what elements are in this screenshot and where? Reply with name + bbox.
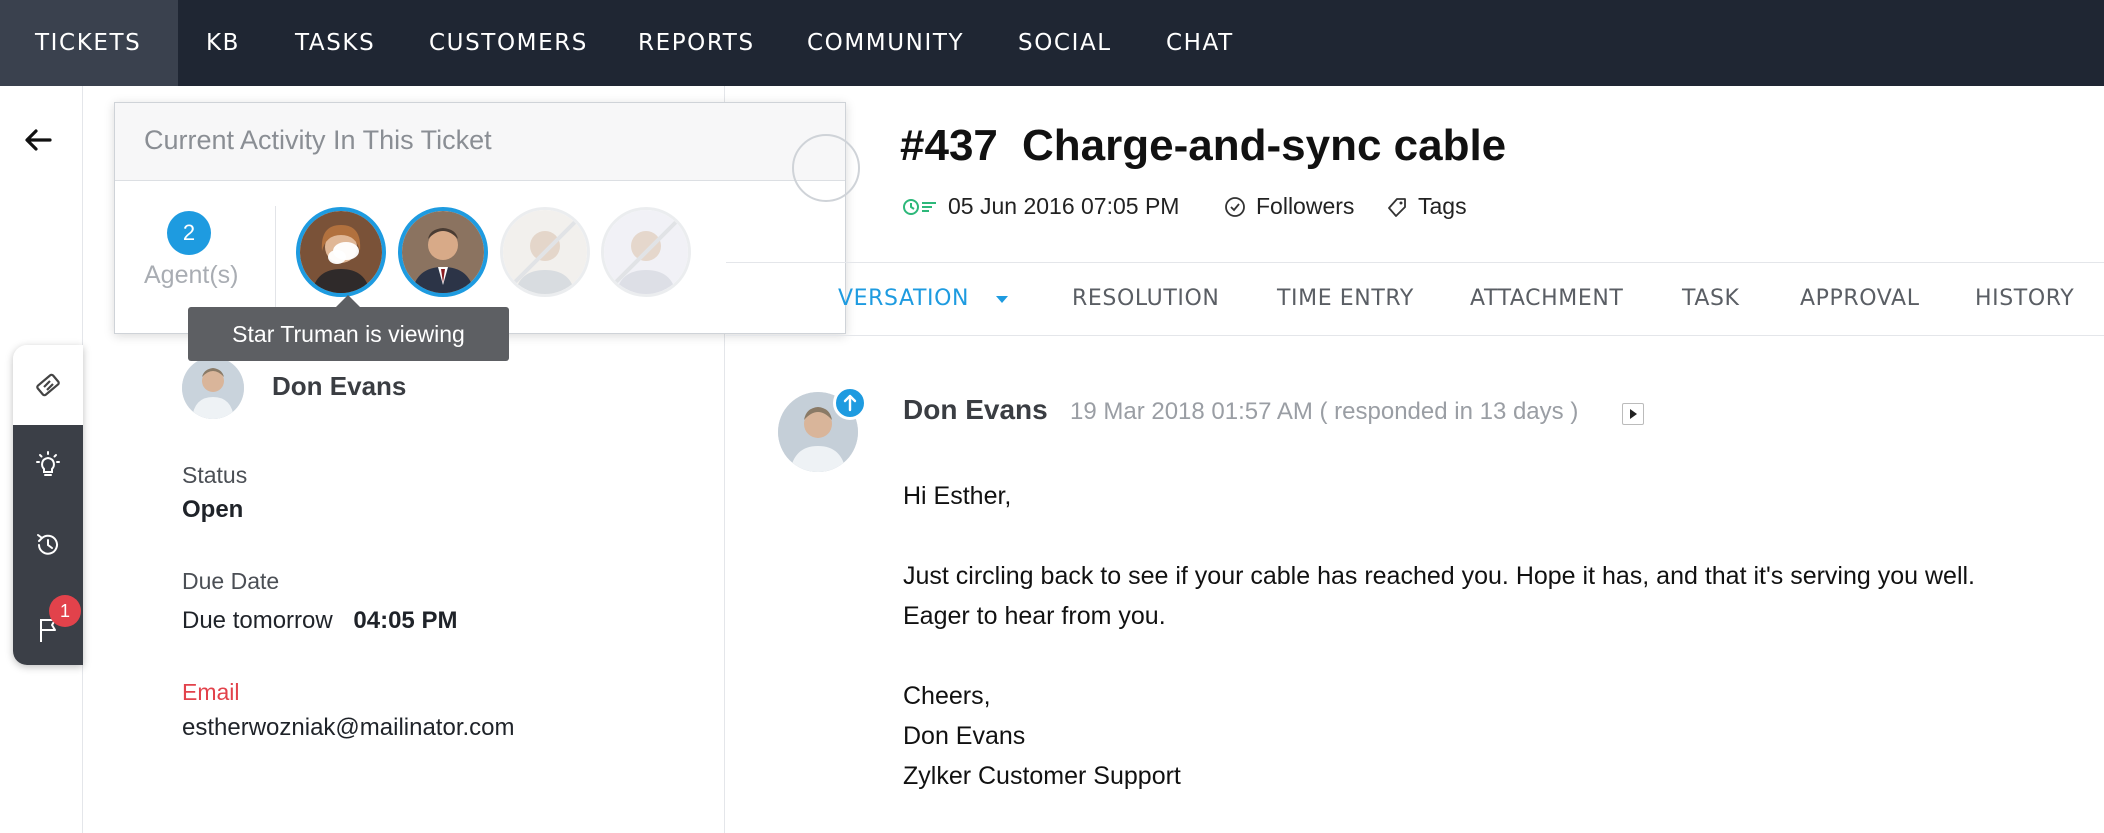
message-author[interactable]: Don Evans [903, 394, 1048, 426]
reply-arrow-icon [843, 394, 857, 412]
nav-reports[interactable]: REPORTS [638, 0, 755, 86]
back-arrow-icon[interactable] [22, 124, 54, 156]
expand-message-button[interactable] [1622, 403, 1644, 425]
ticket-tag-icon [36, 373, 60, 397]
message-body-line-2: Eager to hear from you. [903, 602, 1166, 630]
agent-count-badge: 2 [167, 211, 211, 255]
nav-kb[interactable]: KB [206, 0, 240, 86]
contact-name[interactable]: Don Evans [272, 371, 406, 402]
tab-conversation[interactable]: VERSATION [838, 263, 1009, 335]
followers-check-icon [1225, 196, 1245, 217]
message-signoff: Cheers, [903, 682, 991, 710]
due-date-label: Due Date [182, 568, 280, 594]
ticket-created: 05 Jun 2016 07:05 PM [902, 193, 1179, 220]
status-label: Status [182, 462, 248, 488]
tab-approval[interactable]: APPROVAL [1800, 263, 1920, 335]
due-date-time: 04:05 PM [353, 607, 458, 634]
tab-resolution[interactable]: RESOLUTION [1072, 263, 1219, 335]
message-body-line-1: Just circling back to see if your cable … [903, 562, 1975, 590]
tag-icon [1388, 197, 1406, 217]
agent-avatar-star-truman[interactable] [296, 207, 386, 297]
nav-tasks[interactable]: TASKS [295, 0, 375, 86]
nav-customers[interactable]: CUSTOMERS [429, 0, 588, 86]
agent-avatar-inactive-2[interactable] [601, 207, 691, 297]
contact-avatar[interactable] [182, 357, 244, 419]
ticket-number: #437 [900, 121, 998, 170]
tab-conversation-label: VERSATION [838, 286, 970, 311]
history-clock-icon [37, 534, 58, 555]
top-navigation: TICKETS KB TASKS CUSTOMERS REPORTS COMMU… [0, 0, 2104, 86]
popup-title: Current Activity In This Ticket [115, 103, 845, 181]
due-date-value[interactable]: Due tomorrow 04:05 PM [182, 607, 457, 635]
followers-control[interactable]: Followers [1224, 193, 1354, 220]
tab-attachment[interactable]: ATTACHMENT [1470, 263, 1623, 335]
chevron-down-icon[interactable] [995, 295, 1009, 305]
play-triangle-icon [1630, 409, 1637, 419]
reply-direction-badge [833, 386, 867, 420]
ticket-title[interactable]: Charge-and-sync cable [1022, 121, 1506, 171]
due-clock-icon [903, 198, 936, 215]
tab-history[interactable]: HISTORY [1975, 263, 2074, 335]
lightbulb-icon [36, 451, 60, 476]
tags-label: Tags [1418, 193, 1467, 219]
nav-chat[interactable]: CHAT [1166, 0, 1234, 86]
viewer-tooltip: Star Truman is viewing [188, 307, 509, 361]
tooltip-arrow [336, 295, 360, 307]
tool-notifications[interactable]: 1 [13, 585, 83, 665]
tab-time-entry[interactable]: TIME ENTRY [1277, 263, 1414, 335]
message-greeting: Hi Esther, [903, 482, 1012, 510]
tool-history[interactable] [13, 505, 83, 585]
email-label: Email [182, 679, 240, 705]
ticket-status-circle[interactable] [792, 134, 860, 202]
popup-divider [275, 206, 276, 308]
agent-count-label: Agent(s) [144, 261, 239, 289]
nav-social[interactable]: SOCIAL [1018, 0, 1112, 86]
notification-badge: 1 [49, 595, 81, 627]
message-timestamp: 19 Mar 2018 01:57 AM ( responded in 13 d… [1070, 398, 1579, 425]
message-signature-name: Don Evans [903, 722, 1026, 750]
status-value[interactable]: Open [182, 496, 243, 524]
followers-label: Followers [1256, 193, 1355, 219]
ticket-created-date: 05 Jun 2016 07:05 PM [948, 193, 1180, 219]
nav-community[interactable]: COMMUNITY [807, 0, 964, 86]
agent-avatar-2[interactable] [398, 207, 488, 297]
tool-ticket-properties[interactable] [13, 345, 83, 425]
message-signature-company: Zylker Customer Support [903, 762, 1181, 790]
tags-control[interactable]: Tags [1386, 193, 1467, 220]
ticket-tabs: VERSATION RESOLUTION TIME ENTRY ATTACHME… [726, 262, 2104, 336]
due-date-relative: Due tomorrow [182, 607, 333, 634]
tool-suggestions[interactable] [13, 425, 83, 505]
agent-avatar-inactive-1[interactable] [500, 207, 590, 297]
nav-tickets[interactable]: TICKETS [0, 0, 178, 86]
email-value[interactable]: estherwozniak@mailinator.com [182, 714, 515, 742]
side-toolbar: 1 [13, 345, 83, 665]
tab-task[interactable]: TASK [1682, 263, 1740, 335]
